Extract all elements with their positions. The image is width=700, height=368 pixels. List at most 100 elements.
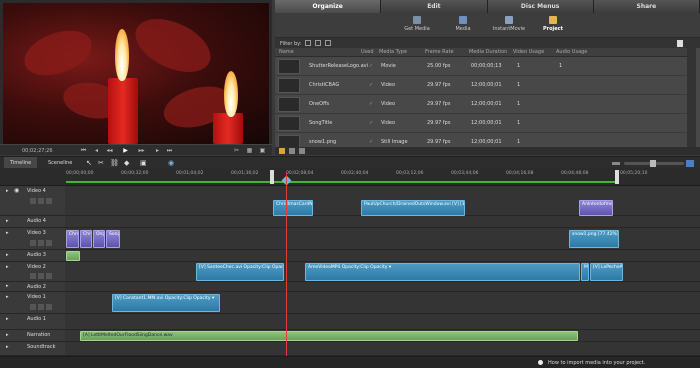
clip[interactable]: ChristmasCardNo3 bbox=[273, 200, 313, 216]
lane-audio-1[interactable] bbox=[65, 314, 700, 330]
lane-audio-2[interactable] bbox=[65, 282, 700, 292]
clip[interactable]: [A] LetItMeltedOurFloodSiingDance.wav bbox=[80, 331, 578, 341]
track-header-soundtrack[interactable]: Soundtrack ▸ bbox=[0, 342, 65, 356]
timeline-ruler[interactable]: 00;00;00;00 00;00;32;00 00;01;04;02 00;0… bbox=[0, 168, 700, 186]
clip[interactable]: AnIntentofme_nm bbox=[579, 200, 613, 216]
table-row[interactable]: SongTitle ✓ Video 29.97 fps 12;00;00;01 … bbox=[275, 114, 687, 133]
clip[interactable]: AmeVideoMP4 Opacity:Clip Opacity ▾ bbox=[305, 263, 580, 281]
tab-share[interactable]: Share bbox=[593, 0, 700, 13]
keyframe-next-icon[interactable] bbox=[46, 198, 52, 204]
keyframe-add-icon[interactable] bbox=[38, 273, 44, 279]
folder-icon[interactable] bbox=[279, 148, 285, 154]
clip[interactable]: PaulUpChurch/DrainedOutsWindow.avi [V] [… bbox=[361, 200, 465, 216]
delete-icon[interactable] bbox=[299, 148, 305, 154]
selection-tool-icon[interactable]: ↖ bbox=[86, 159, 92, 167]
media-scrollbar[interactable] bbox=[687, 48, 696, 147]
expand-icon[interactable]: ▸ bbox=[6, 294, 9, 300]
status-hint[interactable]: How to import media into your project. bbox=[548, 360, 645, 366]
table-row[interactable]: ChristiCBAG ✓ Video 29.97 fps 12;00;00;0… bbox=[275, 76, 687, 95]
track-header-video-1[interactable]: Video 1 ▸ bbox=[0, 292, 65, 314]
track-header-audio-3[interactable]: Audio 3 ▸ bbox=[0, 250, 65, 262]
work-area-start[interactable] bbox=[270, 170, 274, 184]
play-icon[interactable]: ▶ bbox=[122, 147, 129, 154]
link-icon[interactable]: ⛓ bbox=[110, 159, 119, 167]
tab-organize[interactable]: Organize bbox=[275, 0, 382, 13]
zoom-in-icon[interactable] bbox=[686, 160, 694, 167]
project-button[interactable]: Project bbox=[533, 16, 573, 32]
list-view-icon[interactable] bbox=[289, 148, 295, 154]
track-header-video-4[interactable]: Video 4 ▸ ◉ bbox=[0, 186, 65, 216]
track-header-audio-1[interactable]: Audio 1 ▸ bbox=[0, 314, 65, 330]
col-frame-rate[interactable]: Frame Rate bbox=[425, 49, 454, 55]
clip[interactable]: Chrst bbox=[80, 230, 92, 248]
filter-video-icon[interactable] bbox=[305, 40, 311, 46]
jump-back-icon[interactable]: ⏮ bbox=[80, 147, 87, 154]
clip[interactable]: snow1.png [77.42%] [V] bbox=[569, 230, 619, 248]
keyframe-prev-icon[interactable] bbox=[30, 304, 36, 310]
lane-audio-4[interactable] bbox=[65, 216, 700, 228]
clip[interactable]: [V] Constant1.MM.avi Opacity:Clip Opacit… bbox=[112, 294, 220, 312]
instant-movie-button[interactable]: InstantMovie bbox=[489, 16, 529, 32]
razor-tool-icon[interactable]: ✂ bbox=[98, 159, 104, 167]
lane-video-2[interactable]: [V] SanteeChec.avi Opacity:Clip Opacity … bbox=[65, 262, 700, 282]
clip[interactable]: [V] SanteeChec.avi Opacity:Clip Opacity … bbox=[196, 263, 284, 281]
clip[interactable]: Me bbox=[581, 263, 589, 281]
tab-disc-menus[interactable]: Disc Menus bbox=[487, 0, 594, 13]
keyframe-next-icon[interactable] bbox=[46, 240, 52, 246]
track-header-video-2[interactable]: Video 2 ▸ bbox=[0, 262, 65, 282]
keyframe-prev-icon[interactable] bbox=[30, 273, 36, 279]
jump-forward-icon[interactable]: ⏭ bbox=[166, 147, 173, 154]
track-header-audio-4[interactable]: Audio 4 ▸ bbox=[0, 216, 65, 228]
table-row[interactable]: OneOffs ✓ Video 29.97 fps 12;00;00;01 1 bbox=[275, 95, 687, 114]
col-name[interactable]: Name bbox=[279, 49, 294, 55]
fast-forward-icon[interactable]: ▸▸ bbox=[138, 147, 145, 154]
new-item-icon[interactable] bbox=[677, 40, 683, 47]
expand-icon[interactable]: ▸ bbox=[6, 218, 9, 224]
col-used[interactable]: Used bbox=[361, 49, 374, 55]
work-area-end[interactable] bbox=[615, 170, 619, 184]
track-header-audio-2[interactable]: Audio 2 ▸ bbox=[0, 282, 65, 292]
track-header-video-3[interactable]: Video 3 ▸ bbox=[0, 228, 65, 250]
col-media-duration[interactable]: Media Duration bbox=[469, 49, 507, 55]
lane-video-4[interactable]: ChristmasCardNo3 PaulUpChurch/DrainedOut… bbox=[65, 186, 700, 216]
lane-audio-3[interactable] bbox=[65, 250, 700, 262]
col-audio-usage[interactable]: Audio Usage bbox=[556, 49, 587, 55]
expand-icon[interactable]: ▸ bbox=[6, 230, 9, 236]
expand-icon[interactable]: ▸ bbox=[6, 252, 9, 258]
grid-icon[interactable]: ▦ bbox=[246, 147, 253, 154]
zoom-out-icon[interactable] bbox=[612, 162, 620, 165]
expand-icon[interactable]: ▸ bbox=[6, 264, 9, 270]
keyframe-add-icon[interactable] bbox=[38, 198, 44, 204]
zoom-slider-thumb[interactable] bbox=[650, 160, 656, 167]
layout-icon[interactable]: ▣ bbox=[259, 147, 266, 154]
expand-icon[interactable]: ▸ bbox=[6, 188, 9, 194]
track-header-narration[interactable]: Narration ▸ bbox=[0, 330, 65, 342]
split-clip-icon[interactable]: ✂ bbox=[233, 147, 240, 154]
filter-image-icon[interactable] bbox=[325, 40, 331, 46]
media-button[interactable]: Media bbox=[443, 16, 483, 32]
clip[interactable]: [V] LePecheArge Op bbox=[590, 263, 623, 281]
lane-narration[interactable]: [A] LetItMeltedOurFloodSiingDance.wav bbox=[65, 330, 700, 342]
keyframe-next-icon[interactable] bbox=[46, 304, 52, 310]
lane-video-3[interactable]: Chrst Chrst Ong Song snow1.png [77.42%] … bbox=[65, 228, 700, 250]
clip[interactable]: Ong bbox=[93, 230, 105, 248]
clip[interactable]: Chrst bbox=[66, 230, 79, 248]
get-media-button[interactable]: Get Media bbox=[397, 16, 437, 32]
filter-audio-icon[interactable] bbox=[315, 40, 321, 46]
menu-marker-icon[interactable]: ▣ bbox=[140, 159, 147, 167]
clip[interactable]: Song bbox=[106, 230, 120, 248]
clip[interactable] bbox=[66, 251, 80, 261]
eye-icon[interactable]: ◉ bbox=[14, 187, 19, 194]
keyframe-add-icon[interactable] bbox=[38, 240, 44, 246]
expand-icon[interactable]: ▸ bbox=[6, 344, 9, 350]
keyframe-add-icon[interactable] bbox=[38, 304, 44, 310]
tab-edit[interactable]: Edit bbox=[381, 0, 488, 13]
table-row[interactable]: ShutterReleaseLogo.avi ✓ Movie 25.00 fps… bbox=[275, 57, 687, 76]
step-back-icon[interactable]: ◂ bbox=[93, 147, 100, 154]
keyframe-prev-icon[interactable] bbox=[30, 198, 36, 204]
marker-icon[interactable]: ◆ bbox=[124, 159, 129, 167]
keyframe-prev-icon[interactable] bbox=[30, 240, 36, 246]
expand-icon[interactable]: ▸ bbox=[6, 283, 9, 289]
col-media-type[interactable]: Media Type bbox=[379, 49, 407, 55]
rewind-icon[interactable]: ◂◂ bbox=[106, 147, 113, 154]
